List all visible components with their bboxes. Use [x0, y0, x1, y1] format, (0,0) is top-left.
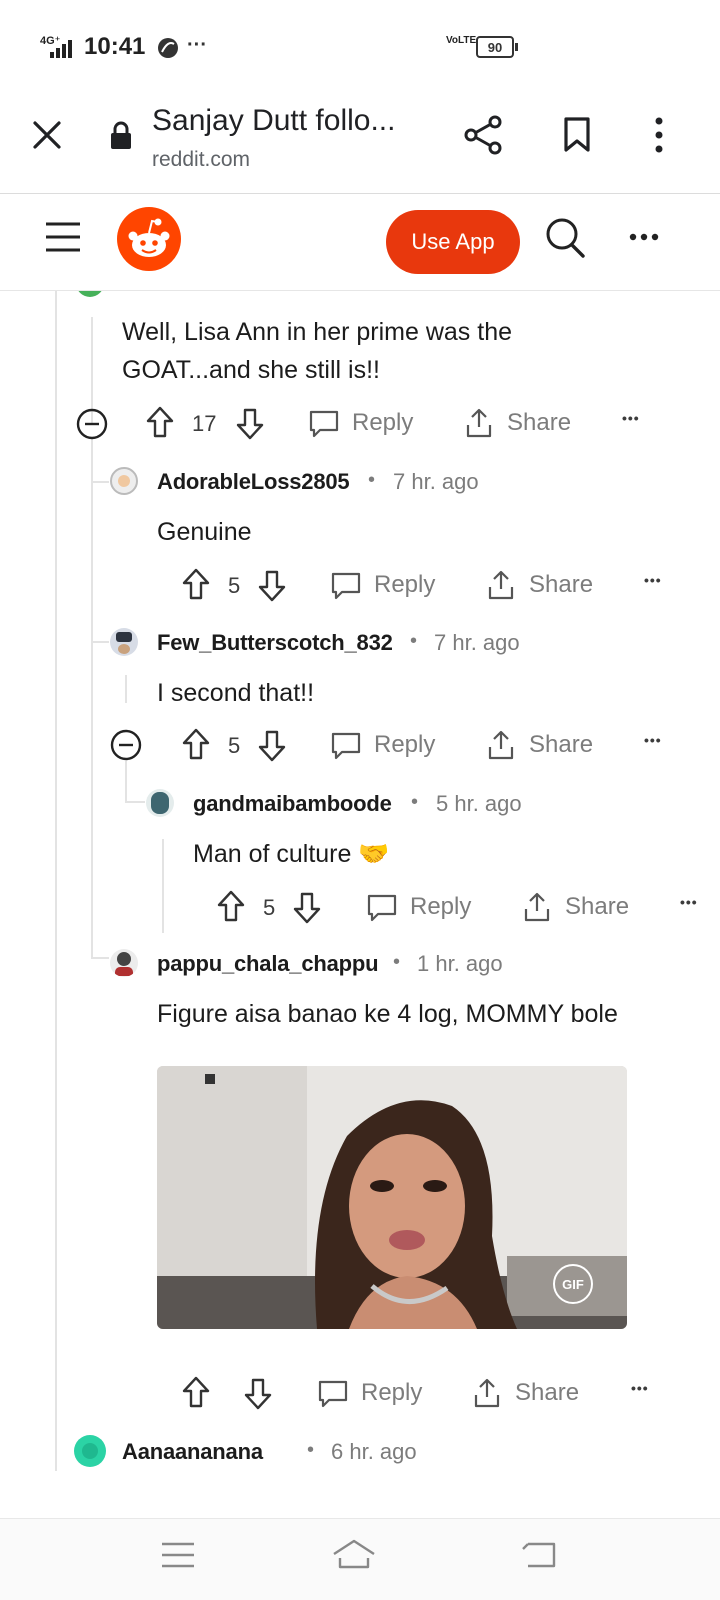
avatar[interactable]	[110, 467, 138, 495]
back-icon[interactable]	[520, 1540, 558, 1570]
page-title[interactable]: Sanjay Dutt follo...	[152, 104, 395, 138]
avatar[interactable]	[110, 628, 138, 656]
volte-indicator: VoLTE	[446, 35, 477, 46]
upvote-icon[interactable]	[181, 727, 211, 761]
reply-icon[interactable]	[330, 571, 362, 601]
reply-button[interactable]: Reply	[410, 893, 471, 921]
comment-username[interactable]: pappu_chala_chappu	[157, 951, 379, 977]
gif-badge: GIF	[553, 1264, 593, 1304]
comment-body: Well, Lisa Ann in her prime was the GOAT…	[122, 318, 513, 384]
comment-username[interactable]: AdorableLoss2805	[157, 469, 350, 495]
share-icon[interactable]	[486, 729, 516, 761]
share-button[interactable]: Share	[515, 1379, 579, 1407]
share-button[interactable]: Share	[565, 893, 629, 921]
downvote-icon[interactable]	[243, 1377, 273, 1411]
avatar[interactable]	[146, 789, 174, 817]
battery-level: 90	[487, 39, 503, 55]
collapse-icon[interactable]	[76, 408, 108, 440]
share-icon[interactable]	[464, 407, 494, 439]
share-button[interactable]: Share	[529, 571, 593, 599]
downvote-icon[interactable]	[235, 407, 265, 441]
thread-line[interactable]	[55, 291, 57, 1471]
upvote-icon[interactable]	[181, 1375, 211, 1409]
comment-username[interactable]: Few_Butterscotch_832	[157, 630, 393, 656]
kebab-icon[interactable]	[652, 116, 666, 154]
thread-line[interactable]	[125, 675, 127, 703]
comments-feed[interactable]: Well, Lisa Ann in her prime was the GOAT…	[0, 291, 720, 1516]
reddit-logo-icon[interactable]	[117, 207, 181, 271]
avatar[interactable]	[76, 291, 104, 297]
more-button[interactable]: •••	[644, 572, 662, 588]
upvote-icon[interactable]	[181, 567, 211, 601]
more-button[interactable]: •••	[631, 1380, 649, 1396]
share-button[interactable]: Share	[529, 731, 593, 759]
bookmark-icon[interactable]	[562, 116, 592, 154]
comment-body: Figure aisa banao ke 4 log, MOMMY bole	[157, 1000, 618, 1028]
hamburger-icon[interactable]	[44, 220, 82, 254]
upvote-icon[interactable]	[216, 889, 246, 923]
vote-count: 5	[263, 895, 276, 920]
collapse-icon[interactable]	[110, 729, 142, 761]
reply-button[interactable]: Reply	[361, 1379, 422, 1407]
more-button[interactable]: •••	[644, 732, 662, 748]
recent-apps-icon[interactable]	[160, 1540, 196, 1570]
avatar[interactable]	[74, 1435, 106, 1467]
app-notification-icon	[158, 38, 178, 58]
vote-count: 17	[192, 411, 217, 436]
share-icon[interactable]	[486, 569, 516, 601]
share-icon[interactable]	[462, 114, 504, 156]
more-button[interactable]: •••	[622, 410, 640, 426]
close-icon[interactable]	[32, 120, 62, 150]
downvote-icon[interactable]	[257, 569, 287, 603]
vote-count: 5	[228, 573, 241, 598]
reply-icon[interactable]	[366, 893, 398, 923]
avatar[interactable]	[110, 949, 138, 977]
comment-username[interactable]: Aanaananana	[122, 1439, 263, 1465]
use-app-button[interactable]: Use App	[386, 210, 520, 274]
comment-time[interactable]: 7 hr. ago	[393, 469, 479, 495]
comment-time[interactable]: 6 hr. ago	[331, 1439, 417, 1465]
comment-time[interactable]: 1 hr. ago	[417, 951, 503, 977]
more-options-icon[interactable]	[628, 232, 660, 242]
comment-body: I second that!!	[157, 679, 315, 707]
thread-line[interactable]	[125, 761, 127, 803]
comment-username[interactable]: gandmaibamboode	[193, 791, 392, 817]
reply-button[interactable]: Reply	[352, 409, 413, 437]
reply-button[interactable]: Reply	[374, 571, 435, 599]
page-url[interactable]: reddit.com	[152, 148, 250, 172]
more-button[interactable]: •••	[680, 894, 698, 910]
vote-count: 5	[228, 733, 241, 758]
share-button[interactable]: Share	[507, 409, 571, 437]
comment-time[interactable]: 5 hr. ago	[436, 791, 522, 817]
share-icon[interactable]	[522, 891, 552, 923]
signal-icon	[50, 40, 72, 58]
reply-icon[interactable]	[317, 1379, 349, 1409]
lock-icon[interactable]	[108, 120, 134, 150]
home-icon[interactable]	[330, 1536, 378, 1572]
reply-icon[interactable]	[330, 731, 362, 761]
more-notifications: ···	[187, 34, 207, 56]
share-icon[interactable]	[472, 1377, 502, 1409]
thread-line[interactable]	[91, 439, 93, 959]
reply-button[interactable]: Reply	[374, 731, 435, 759]
comment-time[interactable]: 7 hr. ago	[434, 630, 520, 656]
clock: 10:41	[84, 33, 146, 60]
reddit-header	[0, 195, 720, 291]
comment-body: Man of culture 🤝	[193, 840, 390, 868]
status-bar: 4G⁺ 10:41 ··· VoLTE 90	[0, 0, 720, 92]
downvote-icon[interactable]	[292, 891, 322, 925]
comment-body: Genuine	[157, 518, 252, 546]
search-icon[interactable]	[544, 216, 586, 260]
gif-image[interactable]: GIF	[157, 1066, 627, 1329]
upvote-icon[interactable]	[145, 405, 175, 439]
downvote-icon[interactable]	[257, 729, 287, 763]
reply-icon[interactable]	[308, 409, 340, 439]
thread-line[interactable]	[162, 839, 164, 933]
battery-icon: 90	[476, 36, 514, 58]
